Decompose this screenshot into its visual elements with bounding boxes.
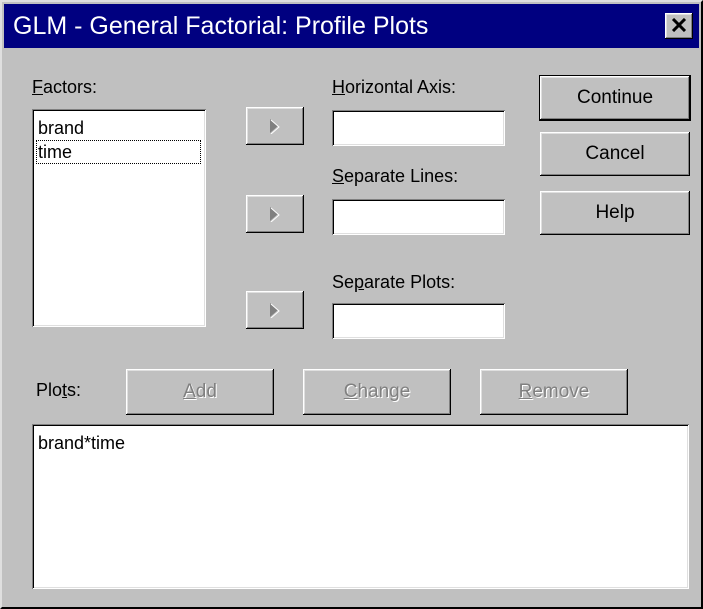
right-arrow-icon [270, 207, 280, 222]
close-icon [671, 18, 687, 32]
title-bar[interactable]: GLM - General Factorial: Profile Plots [4, 4, 699, 48]
separate-lines-label: Separate Lines: [332, 166, 459, 186]
remove-button[interactable]: Remove [480, 369, 628, 415]
add-button[interactable]: Add [126, 369, 274, 415]
plots-listbox[interactable]: brand*time [32, 424, 689, 589]
list-item[interactable]: time [36, 140, 201, 164]
separate-plots-field[interactable] [332, 303, 505, 339]
factors-label: Factors: [32, 77, 98, 97]
continue-button[interactable]: Continue [539, 75, 691, 121]
plots-label: Plots: [36, 380, 82, 400]
help-button[interactable]: Help [540, 191, 690, 235]
factors-listbox[interactable]: brand time [32, 109, 206, 327]
move-to-horizontal-axis-button[interactable] [246, 107, 304, 145]
right-arrow-icon [270, 119, 280, 134]
cancel-button[interactable]: Cancel [540, 132, 690, 176]
horizontal-axis-field[interactable] [332, 110, 505, 146]
move-to-separate-lines-button[interactable] [246, 195, 304, 233]
separate-plots-label: Separate Plots: [332, 272, 456, 292]
list-item[interactable]: brand [38, 117, 84, 139]
change-button[interactable]: Change [303, 369, 451, 415]
right-arrow-icon [270, 303, 280, 318]
dialog-window: GLM - General Factorial: Profile Plots F… [0, 0, 703, 609]
window-title: GLM - General Factorial: Profile Plots [13, 12, 429, 40]
horizontal-axis-label: Horizontal Axis: [332, 77, 457, 97]
separate-lines-field[interactable] [332, 199, 505, 235]
close-button[interactable] [665, 13, 693, 39]
list-item[interactable]: brand*time [38, 432, 125, 454]
move-to-separate-plots-button[interactable] [246, 291, 304, 329]
